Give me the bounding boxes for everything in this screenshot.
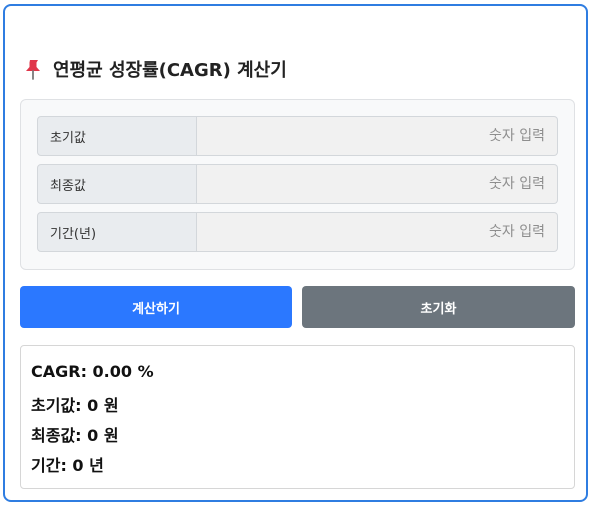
initial-value-label: 초기값 <box>37 116 197 156</box>
page-title-text: 연평균 성장률(CAGR) 계산기 <box>53 60 287 81</box>
result-period: 기간: 0 년 <box>31 456 104 475</box>
final-value-input[interactable] <box>197 164 558 204</box>
calculate-button[interactable]: 계산하기 <box>20 286 292 328</box>
final-value-row: 최종값 <box>37 164 558 204</box>
result-initial-value: 초기값: 0 원 <box>31 396 119 415</box>
initial-value-input[interactable] <box>197 116 558 156</box>
result-final-value: 최종값: 0 원 <box>31 426 119 445</box>
page-title: 연평균 성장률(CAGR) 계산기 <box>21 56 287 82</box>
final-value-label: 최종값 <box>37 164 197 204</box>
reset-button[interactable]: 초기화 <box>302 286 575 328</box>
period-label: 기간(년) <box>37 212 197 252</box>
period-row: 기간(년) <box>37 212 558 252</box>
input-form: 초기값 최종값 기간(년) <box>20 99 575 270</box>
period-input[interactable] <box>197 212 558 252</box>
initial-value-row: 초기값 <box>37 116 558 156</box>
result-panel: CAGR: 0.00 % 초기값: 0 원 최종값: 0 원 기간: 0 년 <box>20 345 575 489</box>
result-cagr: CAGR: 0.00 % <box>31 362 154 381</box>
pushpin-icon <box>26 60 40 80</box>
